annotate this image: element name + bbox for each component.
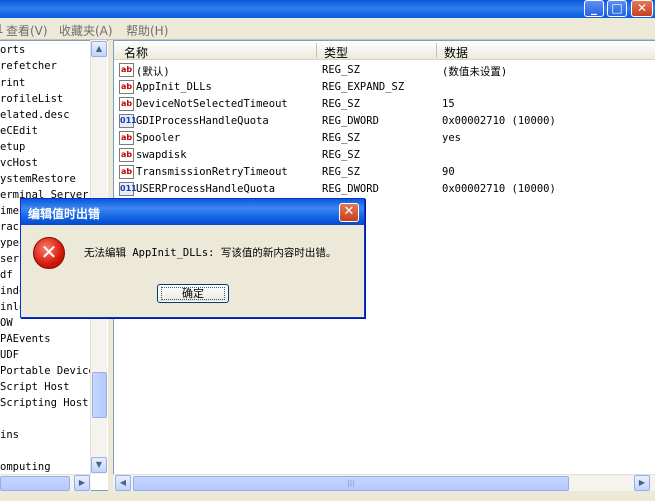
string-value-icon: ab	[119, 80, 134, 94]
dialog-title: 编辑值时出错	[28, 207, 101, 221]
menu-bar: 1 查看(V) 收藏夹(A) 帮助(H)	[0, 18, 655, 40]
tree-item[interactable]: ins	[0, 429, 19, 441]
string-value-icon: ab	[119, 63, 134, 77]
tree-item[interactable]: rofileList	[0, 93, 63, 105]
tree-item[interactable]: UDF	[0, 349, 19, 361]
value-type: REG_SZ	[322, 166, 360, 178]
tree-item[interactable]: omputing	[0, 461, 51, 473]
column-header-name[interactable]: 名称	[124, 44, 148, 61]
value-name: TransmissionRetryTimeout	[136, 166, 288, 178]
value-name: Spooler	[136, 132, 181, 144]
value-name: (默认)	[136, 66, 170, 78]
value-name: swapdisk	[136, 149, 187, 161]
tree-item[interactable]: vcHost	[0, 157, 38, 169]
scroll-right-icon[interactable]: ▶	[74, 475, 90, 491]
value-type: REG_DWORD	[322, 115, 379, 127]
string-value-icon: ab	[119, 131, 134, 145]
dialog-title-bar[interactable]: 编辑值时出错 ✕	[21, 199, 364, 225]
window-title-bar: _ □ ✕	[0, 0, 655, 18]
tree-item[interactable]: elated.desc	[0, 109, 70, 121]
list-header: 名称 类型 数据	[114, 41, 655, 60]
menu-view[interactable]: 查看(V)	[6, 22, 48, 39]
ok-button[interactable]: 确定	[157, 284, 229, 303]
column-divider[interactable]	[436, 43, 437, 58]
string-value-icon: ab	[119, 97, 134, 111]
error-dialog: 编辑值时出错 ✕ ✕ 无法编辑 AppInit_DLLs: 写该值的新内容时出错…	[20, 198, 365, 318]
list-hscroll-thumb[interactable]: |||	[133, 476, 569, 491]
value-type: REG_EXPAND_SZ	[322, 81, 405, 93]
tree-item[interactable]: ype	[0, 237, 19, 249]
tree-item[interactable]: Scripting Host	[0, 397, 89, 409]
tree-item[interactable]: Script Host	[0, 381, 70, 393]
close-window-button[interactable]: ✕	[631, 0, 653, 17]
tree-item[interactable]: Portable Device	[0, 365, 95, 377]
table-row[interactable]: ab swapdisk REG_SZ	[114, 147, 655, 164]
value-type: REG_SZ	[322, 132, 360, 144]
value-data: 0x00002710 (10000)	[442, 115, 556, 127]
scroll-left-icon[interactable]: ◀	[115, 475, 131, 491]
value-data: yes	[442, 132, 461, 144]
menu-partial-item[interactable]: 1	[0, 22, 4, 36]
value-data: 15	[442, 98, 455, 110]
value-type: REG_SZ	[322, 64, 360, 76]
maximize-button[interactable]: □	[607, 0, 627, 17]
dword-value-icon: 011	[119, 182, 137, 196]
string-value-icon: ab	[119, 165, 134, 179]
table-row[interactable]: ab DeviceNotSelectedTimeout REG_SZ 15	[114, 96, 655, 113]
status-bar	[0, 491, 655, 501]
value-name: USERProcessHandleQuota	[136, 183, 276, 195]
tree-item[interactable]: ime	[0, 205, 19, 217]
tree-item[interactable]: refetcher	[0, 60, 57, 72]
scroll-right-icon[interactable]: ▶	[634, 475, 650, 491]
table-row[interactable]: ab AppInit_DLLs REG_EXPAND_SZ	[114, 79, 655, 96]
table-row[interactable]: ab TransmissionRetryTimeout REG_SZ 90	[114, 164, 655, 181]
minimize-button[interactable]: _	[584, 0, 604, 17]
table-row[interactable]: ab (默认) REG_SZ (数值未设置)	[114, 62, 655, 79]
value-data: 0x00002710 (10000)	[442, 183, 556, 195]
column-header-type[interactable]: 类型	[324, 44, 348, 61]
dialog-message: 无法编辑 AppInit_DLLs: 写该值的新内容时出错。	[84, 247, 337, 259]
value-data: 90	[442, 166, 455, 178]
scroll-down-icon[interactable]: ▼	[91, 457, 107, 473]
tree-item[interactable]: orts	[0, 44, 25, 56]
tree-item[interactable]: OW	[0, 317, 13, 329]
tree-item[interactable]: eCEdit	[0, 125, 38, 137]
menu-favorites[interactable]: 收藏夹(A)	[59, 22, 113, 39]
tree-item[interactable]: etup	[0, 141, 25, 153]
menu-help[interactable]: 帮助(H)	[126, 22, 168, 39]
tree-item[interactable]: PAEvents	[0, 333, 51, 345]
value-name: GDIProcessHandleQuota	[136, 115, 269, 127]
focus-rectangle	[161, 287, 225, 300]
tree-item[interactable]: ystemRestore	[0, 173, 76, 185]
value-name: AppInit_DLLs	[136, 81, 212, 93]
column-header-data[interactable]: 数据	[444, 44, 468, 61]
value-type: REG_SZ	[322, 98, 360, 110]
list-horizontal-scrollbar[interactable]: ◀ ||| ▶	[113, 474, 655, 491]
string-value-icon: ab	[119, 148, 134, 162]
table-row[interactable]: 011 USERProcessHandleQuota REG_DWORD 0x0…	[114, 181, 655, 198]
dialog-close-button[interactable]: ✕	[339, 203, 359, 222]
error-icon: ✕	[33, 237, 65, 269]
value-name: DeviceNotSelectedTimeout	[136, 98, 288, 110]
scroll-up-icon[interactable]: ▲	[91, 41, 107, 57]
table-row[interactable]: ab Spooler REG_SZ yes	[114, 130, 655, 147]
table-row[interactable]: 011 GDIProcessHandleQuota REG_DWORD 0x00…	[114, 113, 655, 130]
tree-horizontal-scrollbar[interactable]: ▶	[0, 474, 91, 491]
value-data: (数值未设置)	[442, 66, 508, 78]
tree-hscroll-thumb[interactable]	[0, 476, 70, 491]
tree-item[interactable]: df	[0, 269, 13, 281]
tree-item[interactable]: rint	[0, 77, 25, 89]
value-type: REG_DWORD	[322, 183, 379, 195]
tree-scroll-thumb[interactable]	[92, 372, 107, 418]
column-divider[interactable]	[316, 43, 317, 58]
dword-value-icon: 011	[119, 114, 137, 128]
value-type: REG_SZ	[322, 149, 360, 161]
